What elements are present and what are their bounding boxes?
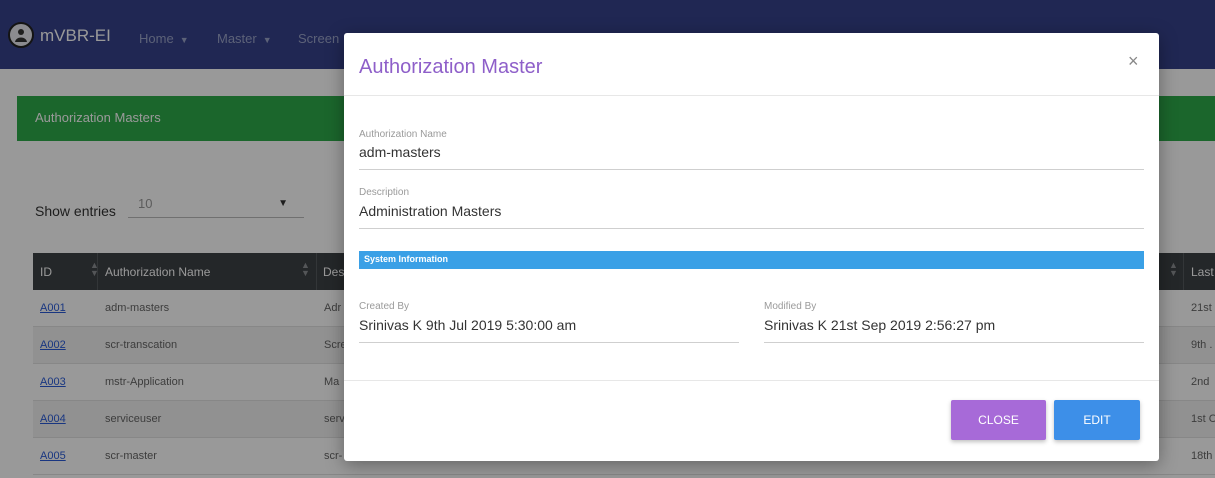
field-underline (359, 342, 739, 343)
modified-by-label: Modified By (764, 301, 817, 312)
authorization-name-field[interactable]: adm-masters (359, 144, 441, 160)
created-by-label: Created By (359, 301, 410, 312)
field-underline (359, 169, 1144, 170)
description-label: Description (359, 187, 410, 198)
footer-divider (344, 380, 1159, 381)
modified-by-value: Srinivas K 21st Sep 2019 2:56:27 pm (764, 317, 996, 333)
description-field[interactable]: Administration Masters (359, 203, 501, 219)
field-underline (764, 342, 1144, 343)
edit-button[interactable]: EDIT (1054, 400, 1140, 440)
authorization-master-dialog: Authorization Master × Authorization Nam… (344, 33, 1159, 461)
close-button[interactable]: CLOSE (951, 400, 1046, 440)
dialog-title: Authorization Master (359, 56, 543, 78)
authorization-name-label: Authorization Name (359, 129, 447, 140)
created-by-value: Srinivas K 9th Jul 2019 5:30:00 am (359, 317, 577, 333)
system-information-bar: System Information (359, 251, 1144, 269)
system-information-label: System Information (364, 254, 449, 264)
close-icon[interactable]: × (1128, 51, 1139, 72)
field-underline (359, 228, 1144, 229)
header-divider (344, 95, 1159, 96)
